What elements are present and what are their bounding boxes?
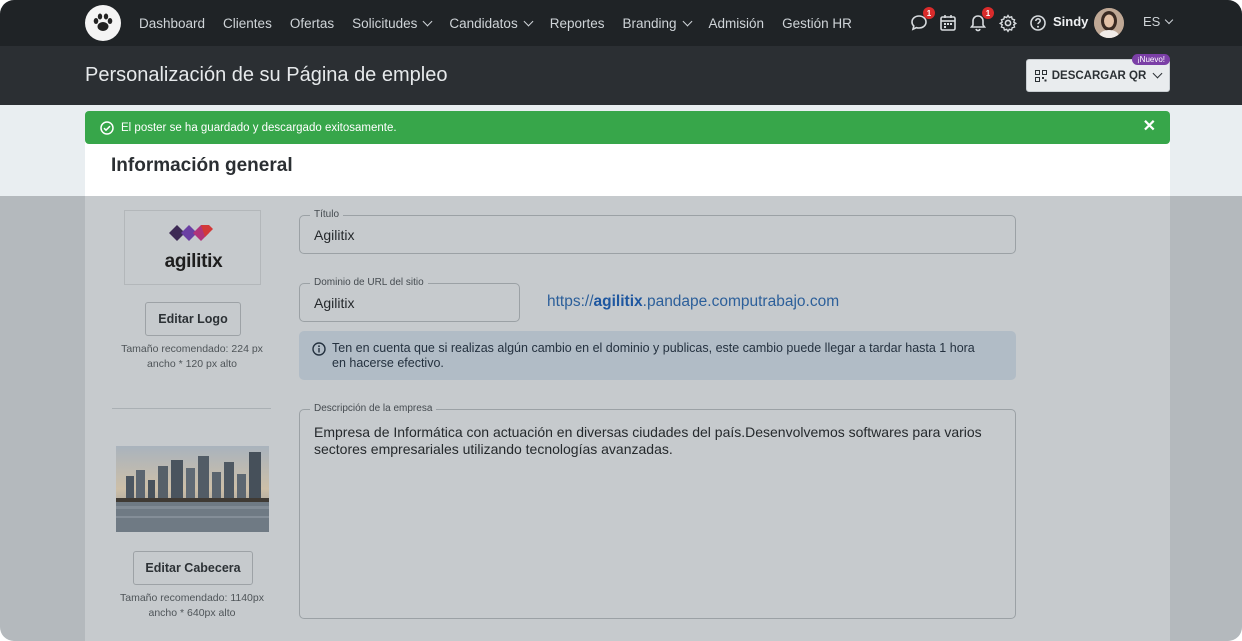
description-field-value[interactable]: Empresa de Informática con actuación en … bbox=[314, 424, 1004, 458]
nav-item-label: Candidatos bbox=[449, 15, 518, 31]
domain-field-value[interactable]: Agilitix bbox=[314, 295, 354, 311]
hint-line: ancho * 120 px alto bbox=[147, 358, 237, 370]
chat-badge: 1 bbox=[923, 7, 935, 19]
banner-size-hint: Tamaño recomendado: 1140px ancho * 640px… bbox=[112, 591, 272, 621]
notification-badge: 1 bbox=[982, 7, 994, 19]
qr-button-label: DESCARGAR QR bbox=[1051, 69, 1147, 82]
avatar[interactable] bbox=[1094, 8, 1124, 38]
chevron-down-icon bbox=[1152, 68, 1163, 79]
help-icon[interactable] bbox=[1028, 13, 1048, 33]
chevron-down-icon bbox=[523, 16, 534, 26]
nav-menu: Dashboard Clientes Ofertas Solicitudes C… bbox=[139, 0, 870, 46]
close-icon[interactable]: ✕ bbox=[1143, 119, 1156, 135]
new-badge: ¡Nuevo! bbox=[1132, 54, 1171, 65]
url-suffix: .pandape.computrabajo.com bbox=[642, 293, 840, 310]
nav-item-label: Clientes bbox=[223, 15, 272, 31]
section-title: Información general bbox=[111, 155, 293, 176]
hint-line: ancho * 640px alto bbox=[148, 607, 236, 619]
nav-item-clientes[interactable]: Clientes bbox=[223, 16, 272, 31]
nav-item-gestion-hr[interactable]: Gestión HR bbox=[782, 16, 852, 31]
edit-banner-button[interactable]: Editar Cabecera bbox=[133, 551, 253, 585]
hint-line: Tamaño recomendado: 224 px bbox=[121, 343, 263, 355]
nav-item-admision[interactable]: Admisión bbox=[709, 16, 765, 31]
nav-item-label: Gestión HR bbox=[782, 15, 852, 31]
info-icon bbox=[312, 342, 326, 356]
company-logo-preview: agilitix bbox=[124, 210, 261, 285]
nav-item-candidatos[interactable]: Candidatos bbox=[449, 15, 534, 31]
nav-item-label: Admisión bbox=[708, 15, 765, 31]
qr-code-icon bbox=[1034, 69, 1047, 82]
info-line: en hacerse efectivo. bbox=[332, 356, 444, 370]
url-prefix: https:// bbox=[547, 293, 594, 310]
app-window: Dashboard Clientes Ofertas Solicitudes C… bbox=[0, 0, 1242, 641]
nav-item-label: Ofertas bbox=[289, 15, 335, 31]
chevron-down-icon bbox=[1165, 15, 1174, 24]
title-field-value[interactable]: Agilitix bbox=[314, 227, 354, 243]
page-title: Personalización de su Página de empleo bbox=[85, 64, 448, 86]
language-label: ES bbox=[1143, 14, 1161, 29]
nav-item-reportes[interactable]: Reportes bbox=[550, 16, 605, 31]
user-name[interactable]: Sindy bbox=[1053, 14, 1088, 29]
chevron-down-icon bbox=[422, 16, 433, 26]
logo-wordmark: agilitix bbox=[164, 251, 223, 272]
logo-size-hint: Tamaño recomendado: 224 px ancho * 120 p… bbox=[112, 342, 272, 372]
alert-message: El poster se ha guardado y descargado ex… bbox=[121, 121, 397, 134]
language-selector[interactable]: ES bbox=[1143, 14, 1174, 29]
nav-item-label: Reportes bbox=[549, 15, 605, 31]
description-field-label: Descripción de la empresa bbox=[310, 403, 437, 414]
divider bbox=[112, 408, 271, 409]
check-circle-icon bbox=[100, 120, 114, 135]
edit-logo-button[interactable]: Editar Logo bbox=[145, 302, 241, 336]
domain-info-box: Ten en cuenta que si realizas algún camb… bbox=[299, 331, 1016, 380]
nav-item-label: Dashboard bbox=[139, 15, 206, 31]
info-text: Ten en cuenta que si realizas algún camb… bbox=[332, 341, 992, 371]
title-field[interactable] bbox=[299, 215, 1016, 254]
chat-icon[interactable]: 1 bbox=[909, 7, 935, 33]
nav-item-solicitudes[interactable]: Solicitudes bbox=[352, 15, 433, 31]
hint-line: Tamaño recomendado: 1140px bbox=[120, 592, 264, 604]
bell-icon[interactable]: 1 bbox=[968, 7, 994, 33]
agilitix-logo-mark bbox=[169, 225, 213, 241]
nav-item-label: Solicitudes bbox=[352, 15, 418, 31]
top-navbar: Dashboard Clientes Ofertas Solicitudes C… bbox=[0, 0, 1242, 46]
title-field-label: Título bbox=[310, 209, 344, 220]
url-domain: agilitix bbox=[593, 293, 643, 310]
paw-logo-icon[interactable] bbox=[85, 5, 121, 41]
header-banner-preview bbox=[116, 446, 269, 532]
info-line: Ten en cuenta que si realizas algún camb… bbox=[332, 341, 975, 355]
nav-item-branding[interactable]: Branding bbox=[622, 15, 692, 31]
nav-item-label: Branding bbox=[622, 15, 677, 31]
chevron-down-icon bbox=[682, 16, 692, 26]
site-url-link[interactable]: https://agilitix.pandape.computrabajo.co… bbox=[547, 293, 839, 311]
nav-item-ofertas[interactable]: Ofertas bbox=[290, 16, 334, 31]
nav-item-dashboard[interactable]: Dashboard bbox=[139, 16, 205, 31]
calendar-icon[interactable] bbox=[938, 13, 958, 33]
domain-field-label: Dominio de URL del sitio bbox=[310, 277, 428, 288]
success-alert: El poster se ha guardado y descargado ex… bbox=[85, 111, 1170, 144]
gear-icon[interactable] bbox=[998, 13, 1018, 33]
